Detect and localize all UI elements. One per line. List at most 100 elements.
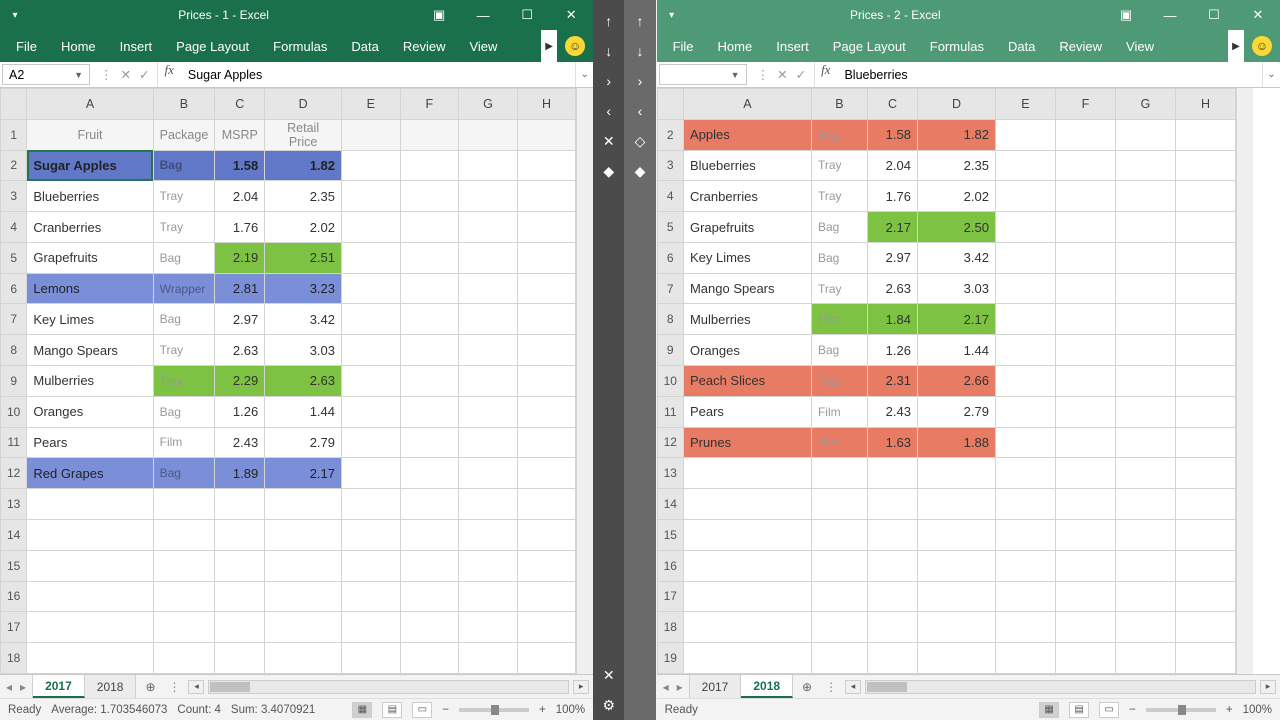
sheet-tab-2018[interactable]: 2018 [741, 675, 793, 698]
cell[interactable]: 2.29 [215, 366, 265, 397]
cell[interactable] [342, 612, 401, 643]
row-header[interactable]: 2 [1, 150, 27, 181]
sheet-nav[interactable]: ◂▸ [657, 675, 690, 698]
header-cell[interactable] [400, 119, 459, 150]
cell[interactable] [917, 581, 995, 612]
row-header[interactable]: 11 [657, 396, 683, 427]
ribbon-tab-review[interactable]: Review [1047, 30, 1114, 62]
cell[interactable] [400, 181, 459, 212]
cell[interactable] [1055, 181, 1115, 212]
cell[interactable] [1175, 581, 1235, 612]
cell[interactable] [867, 489, 917, 520]
cell[interactable] [683, 581, 811, 612]
cell[interactable] [811, 489, 867, 520]
cell[interactable] [995, 119, 1055, 150]
cell[interactable] [459, 181, 518, 212]
row-header[interactable]: 12 [1, 458, 27, 489]
ribbon-tab-view[interactable]: View [1114, 30, 1166, 62]
cell[interactable] [459, 612, 518, 643]
zoom-slider[interactable] [1146, 708, 1216, 712]
zoom-out-button[interactable]: − [442, 704, 449, 716]
scroll-right-icon[interactable]: ▸ [1260, 680, 1276, 694]
cell[interactable] [342, 335, 401, 366]
cell[interactable] [517, 519, 576, 550]
ribbon-tab-page-layout[interactable]: Page Layout [821, 30, 918, 62]
cell[interactable] [995, 242, 1055, 273]
cell[interactable] [811, 581, 867, 612]
hscroll[interactable]: ◂ ▸ [841, 675, 1280, 698]
qat-icon[interactable]: ▾ [0, 10, 30, 21]
cell[interactable] [995, 335, 1055, 366]
vscroll[interactable] [576, 88, 593, 674]
cell[interactable] [400, 458, 459, 489]
view-normal-icon[interactable]: ▦ [1039, 702, 1059, 718]
enter-icon[interactable]: ✓ [796, 67, 806, 82]
cell[interactable]: Mango Spears [27, 335, 153, 366]
cell[interactable] [1175, 366, 1235, 397]
cell[interactable] [400, 612, 459, 643]
cell[interactable]: 1.26 [215, 396, 265, 427]
cell[interactable] [1115, 304, 1175, 335]
cell[interactable] [1115, 550, 1175, 581]
toolstrip-button[interactable]: ↓ [627, 38, 653, 64]
col-header[interactable]: C [215, 89, 265, 120]
cell[interactable] [867, 550, 917, 581]
ribbon-tab-insert[interactable]: Insert [764, 30, 821, 62]
cell[interactable] [683, 519, 811, 550]
row-header[interactable]: 6 [1, 273, 27, 304]
add-sheet-button[interactable]: ⊕ [136, 675, 164, 698]
cell[interactable] [683, 643, 811, 674]
cell[interactable]: 1.89 [215, 458, 265, 489]
cell[interactable] [400, 150, 459, 181]
toolstrip-button[interactable]: ‹ [627, 98, 653, 124]
cell[interactable] [459, 335, 518, 366]
cell[interactable] [1055, 427, 1115, 458]
cell[interactable] [517, 581, 576, 612]
maximize-button[interactable]: ☐ [505, 0, 549, 30]
cell[interactable] [400, 335, 459, 366]
cell[interactable] [1055, 150, 1115, 181]
cell[interactable] [995, 366, 1055, 397]
row-header[interactable]: 5 [1, 242, 27, 273]
header-cell[interactable]: Package [153, 119, 215, 150]
cell[interactable]: 1.58 [215, 150, 265, 181]
cell[interactable]: Film [811, 396, 867, 427]
cell[interactable] [917, 519, 995, 550]
minimize-button[interactable]: — [461, 0, 505, 30]
cell[interactable]: Oranges [27, 396, 153, 427]
cell[interactable] [995, 550, 1055, 581]
cell[interactable] [517, 212, 576, 243]
cell[interactable]: 1.76 [867, 181, 917, 212]
formula-expand-icon[interactable]: ⌄ [1262, 62, 1280, 87]
col-header[interactable]: H [1175, 89, 1235, 120]
row-header[interactable]: 15 [657, 519, 683, 550]
cell[interactable] [1055, 643, 1115, 674]
cell[interactable] [683, 458, 811, 489]
cell[interactable]: 2.43 [867, 396, 917, 427]
cell[interactable] [1055, 212, 1115, 243]
col-header[interactable]: B [811, 89, 867, 120]
cell[interactable] [153, 519, 215, 550]
row-header[interactable]: 9 [657, 335, 683, 366]
cell[interactable]: Tray [153, 366, 215, 397]
cell[interactable] [1055, 335, 1115, 366]
sheet-menu-icon[interactable]: ⋮ [821, 675, 841, 698]
cell[interactable]: Cranberries [27, 212, 153, 243]
cell[interactable] [995, 458, 1055, 489]
cell[interactable] [1115, 643, 1175, 674]
cell[interactable] [459, 150, 518, 181]
toolstrip-button[interactable]: ↑ [596, 8, 622, 34]
cell[interactable] [867, 458, 917, 489]
cell[interactable]: 1.82 [917, 119, 995, 150]
cell[interactable]: Bag [811, 242, 867, 273]
row-header[interactable]: 12 [657, 427, 683, 458]
cell[interactable]: 2.50 [917, 212, 995, 243]
row-header[interactable]: 18 [657, 612, 683, 643]
cell[interactable] [342, 273, 401, 304]
cell[interactable] [400, 304, 459, 335]
cell[interactable] [1175, 550, 1235, 581]
spreadsheet-grid-right[interactable]: ABCDEFGH2ApplesBag1.581.823BlueberriesTr… [657, 88, 1236, 674]
cell[interactable] [265, 519, 342, 550]
toolstrip-button[interactable]: ↑ [627, 8, 653, 34]
cell[interactable] [1115, 519, 1175, 550]
